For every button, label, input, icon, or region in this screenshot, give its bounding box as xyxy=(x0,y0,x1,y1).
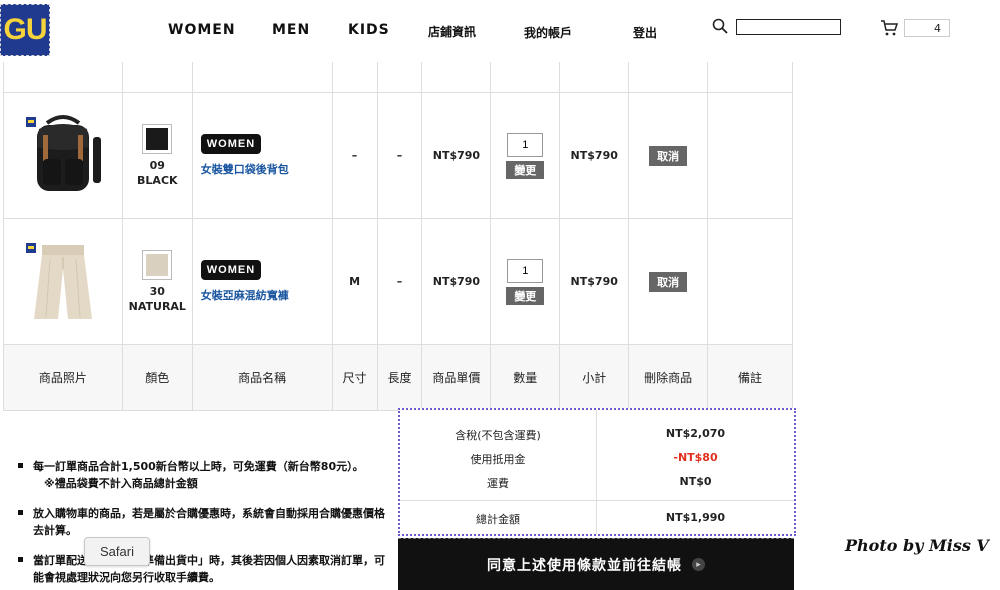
summary-values: NT$2,070 -NT$80 NT$0 NT$1,990 xyxy=(597,410,794,534)
color-swatch[interactable] xyxy=(142,249,173,280)
color-swatch[interactable] xyxy=(142,123,173,154)
color-code: 09 xyxy=(149,158,165,172)
remove-cell: 取消 xyxy=(629,219,709,344)
product-name-cell: WOMEN 女裝雙口袋後背包 xyxy=(193,93,333,218)
cart-icon[interactable] xyxy=(880,19,898,37)
col-remove: 刪除商品 xyxy=(629,345,709,410)
checkout-button[interactable]: 同意上述使用條款並前往結帳 ▸ xyxy=(398,538,794,590)
table-row-partial xyxy=(3,62,793,93)
nav-logout[interactable]: 登出 xyxy=(633,24,657,41)
product-name-cell: WOMEN 女裝亞麻混紡寬褲 xyxy=(193,219,333,344)
credit-label: 使用抵用金 xyxy=(470,453,526,466)
nav-men[interactable]: MEN xyxy=(272,22,310,38)
product-name-link[interactable]: 女裝雙口袋後背包 xyxy=(201,161,289,177)
checkout-label: 同意上述使用條款並前往結帳 xyxy=(487,557,682,574)
gu-mini-logo xyxy=(26,117,36,127)
nav-kids[interactable]: KIDS xyxy=(348,22,390,38)
quantity-input[interactable] xyxy=(507,132,544,157)
search-input[interactable] xyxy=(736,19,841,35)
size-cell: M xyxy=(333,219,378,344)
chevron-right-icon: ▸ xyxy=(692,558,705,571)
note-cancellation: 當訂單配送狀況顯示「準備出貨中」時，其後若因個人因素取消訂單，可能會視處理狀況向… xyxy=(18,552,388,586)
table-header-row: 商品照片 顏色 商品名稱 尺寸 長度 商品單價 數量 小計 刪除商品 備註 xyxy=(3,345,793,411)
product-photo-cell xyxy=(4,219,123,344)
product-photo-cell xyxy=(4,93,123,218)
nav-store-info[interactable]: 店鋪資訊 xyxy=(428,23,476,40)
unit-price: NT$790 xyxy=(422,219,492,344)
note-free-shipping: 每一訂單商品合計1,500新台幣以上時，可免運費（新台幣80元）。 ※禮品袋費不… xyxy=(18,458,388,492)
quantity-cell: 變更 xyxy=(491,93,561,218)
trousers-image[interactable] xyxy=(28,239,98,325)
color-code: 30 xyxy=(149,284,165,298)
size-cell: – xyxy=(333,93,378,218)
col-unit-price: 商品單價 xyxy=(422,345,492,410)
note-text: 每一訂單商品合計1,500新台幣以上時，可免運費（新台幣80元）。 xyxy=(33,460,364,473)
nav-women[interactable]: WOMEN xyxy=(168,22,236,38)
col-photo: 商品照片 xyxy=(4,345,123,410)
change-quantity-button[interactable]: 變更 xyxy=(506,160,545,179)
photo-watermark: Photo by Miss V xyxy=(845,536,989,555)
search-icon[interactable] xyxy=(712,18,728,34)
subtotal: NT$790 xyxy=(560,219,630,344)
col-quantity: 數量 xyxy=(491,345,561,410)
remove-item-button[interactable]: 取消 xyxy=(649,271,688,292)
length-cell: – xyxy=(378,93,423,218)
remove-item-button[interactable]: 取消 xyxy=(649,145,688,166)
quantity-input[interactable] xyxy=(507,258,544,283)
summary-labels: 含稅(不包含運費) 使用抵用金 運費 總計金額 xyxy=(400,410,597,534)
subtotal: NT$790 xyxy=(560,93,630,218)
total-value: NT$1,990 xyxy=(665,511,726,524)
remarks-cell xyxy=(708,93,792,218)
change-quantity-button[interactable]: 變更 xyxy=(506,286,545,305)
note-bundle-discount: 放入購物車的商品，若是屬於合購優惠時，系統會自動採用合購優惠價格去計算。 xyxy=(18,505,388,539)
cart-count[interactable]: 4 xyxy=(904,19,950,37)
gu-mini-logo xyxy=(26,243,36,253)
col-color: 顏色 xyxy=(123,345,193,410)
cart-notes: 每一訂單商品合計1,500新台幣以上時，可免運費（新台幣80元）。 ※禮品袋費不… xyxy=(18,458,388,590)
shipping-value: NT$0 xyxy=(679,475,712,488)
col-remarks: 備註 xyxy=(738,371,763,385)
gu-logo[interactable]: GU xyxy=(0,4,50,56)
color-name: NATURAL xyxy=(128,299,186,313)
length-cell: – xyxy=(378,219,423,344)
women-badge: WOMEN xyxy=(200,134,262,154)
safari-tooltip: Safari xyxy=(84,537,150,566)
unit-price: NT$790 xyxy=(422,93,492,218)
quantity-cell: 變更 xyxy=(491,219,561,344)
col-name: 商品名稱 xyxy=(193,345,333,410)
order-summary: 含稅(不包含運費) 使用抵用金 運費 總計金額 NT$2,070 -NT$80 … xyxy=(398,408,796,536)
color-cell: 09 BLACK xyxy=(123,93,193,218)
summary-divider xyxy=(400,500,794,501)
color-cell: 30 NATURAL xyxy=(123,219,193,344)
remove-cell: 取消 xyxy=(629,93,709,218)
logo-text: GU xyxy=(3,13,48,46)
table-row: 30 NATURAL WOMEN 女裝亞麻混紡寬褲 M – NT$790 變更 … xyxy=(3,219,793,345)
total-label: 總計金額 xyxy=(476,513,520,526)
tax-value: NT$2,070 xyxy=(665,427,726,440)
remarks-cell xyxy=(708,219,792,344)
col-length: 長度 xyxy=(378,345,423,410)
table-row: 09 BLACK WOMEN 女裝雙口袋後背包 – – NT$790 變更 NT… xyxy=(3,93,793,219)
color-name: BLACK xyxy=(137,173,178,187)
note-subtext: ※禮品袋費不計入商品總計金額 xyxy=(44,477,198,490)
shipping-label: 運費 xyxy=(487,477,509,490)
nav-my-account[interactable]: 我的帳戶 xyxy=(524,24,572,41)
women-badge: WOMEN xyxy=(200,260,262,280)
credit-value: -NT$80 xyxy=(673,451,718,464)
tax-label: 含稅(不包含運費) xyxy=(455,429,541,442)
col-size: 尺寸 xyxy=(333,345,378,410)
col-subtotal: 小計 xyxy=(560,345,630,410)
product-name-link[interactable]: 女裝亞麻混紡寬褲 xyxy=(201,287,289,303)
